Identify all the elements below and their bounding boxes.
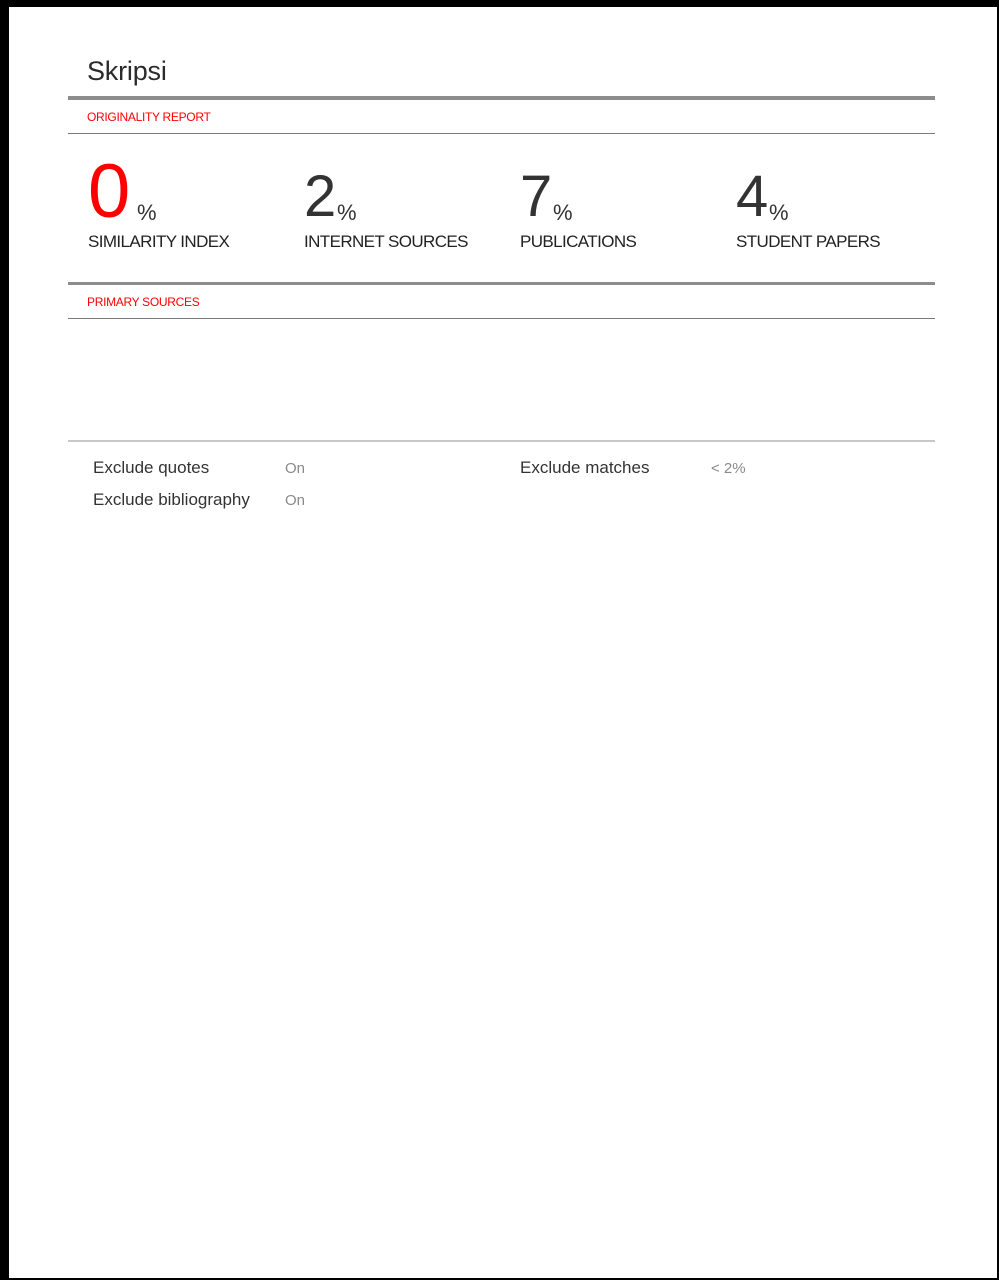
student-papers-stat: 4 % STUDENT PAPERS bbox=[736, 150, 946, 252]
similarity-index-label: SIMILARITY INDEX bbox=[88, 232, 230, 251]
internet-sources-stat: 2 % INTERNET SOURCES bbox=[304, 150, 514, 252]
similarity-index-unit: % bbox=[137, 200, 157, 225]
student-papers-label: STUDENT PAPERS bbox=[736, 232, 881, 251]
sources-end-divider bbox=[68, 440, 935, 442]
exclude-quotes-value: On bbox=[285, 460, 306, 477]
exclude-matches-value: < 2% bbox=[711, 460, 746, 477]
exclude-matches-label: Exclude matches bbox=[520, 458, 650, 477]
similarity-index-value: 0 bbox=[88, 149, 131, 234]
primary-sources-divider bbox=[68, 318, 935, 319]
exclude-bibliography-value: On bbox=[285, 492, 306, 509]
document-title: Skripsi bbox=[87, 56, 167, 86]
stats-divider bbox=[68, 282, 935, 285]
internet-sources-unit: % bbox=[337, 200, 357, 225]
internet-sources-label: INTERNET SOURCES bbox=[304, 232, 468, 251]
report-header-divider bbox=[68, 133, 935, 134]
publications-unit: % bbox=[553, 200, 573, 225]
originality-report-heading: ORIGINALITY REPORT bbox=[87, 110, 211, 124]
exclude-quotes-label: Exclude quotes bbox=[93, 458, 210, 477]
exclude-bibliography-label: Exclude bibliography bbox=[93, 490, 250, 509]
publications-stat: 7 % PUBLICATIONS bbox=[520, 150, 730, 252]
primary-sources-heading: PRIMARY SOURCES bbox=[87, 295, 200, 309]
student-papers-value: 4 bbox=[736, 164, 769, 229]
similarity-index-stat: 0 % SIMILARITY INDEX bbox=[88, 149, 298, 252]
title-divider bbox=[68, 96, 935, 100]
student-papers-unit: % bbox=[769, 200, 789, 225]
publications-label: PUBLICATIONS bbox=[520, 232, 637, 251]
internet-sources-value: 2 bbox=[304, 164, 337, 229]
publications-value: 7 bbox=[520, 164, 553, 229]
